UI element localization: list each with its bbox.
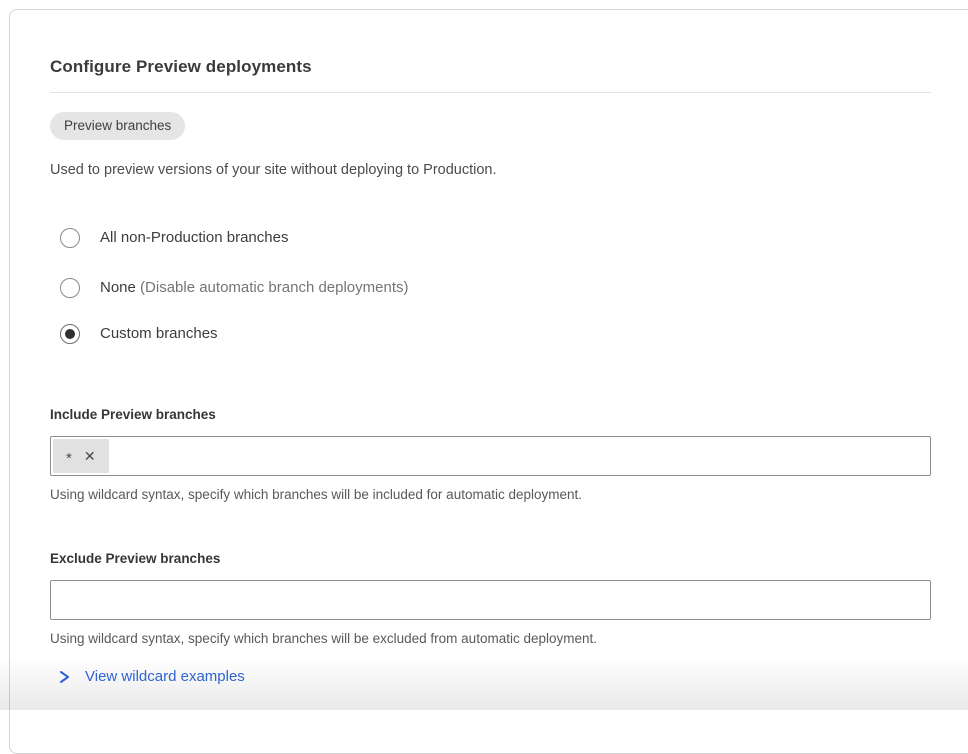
wildcard-tag-chip: * ✕: [53, 439, 109, 473]
divider: [50, 92, 931, 93]
exclude-help-text: Using wildcard syntax, specify which bra…: [50, 630, 931, 647]
section-description: Used to preview versions of your site wi…: [50, 161, 931, 179]
radio-label-note: (Disable automatic branch deployments): [140, 279, 408, 296]
remove-tag-button[interactable]: ✕: [84, 449, 96, 463]
include-branches-label: Include Preview branches: [50, 406, 931, 423]
tag-value: *: [66, 451, 72, 466]
chevron-right-icon: [57, 669, 71, 685]
preview-branches-badge: Preview branches: [50, 112, 185, 140]
include-branches-input[interactable]: * ✕: [50, 436, 931, 476]
radio-label[interactable]: None (Disable automatic branch deploymen…: [100, 278, 409, 298]
radio-button-icon[interactable]: [60, 278, 80, 298]
radio-button-selected-icon[interactable]: [60, 324, 80, 344]
preview-branch-radio-group: All non-Production branches None (Disabl…: [50, 228, 931, 344]
radio-label-main: None: [100, 279, 136, 296]
settings-card: Configure Preview deployments Preview br…: [9, 9, 968, 754]
radio-button-icon[interactable]: [60, 228, 80, 248]
radio-none[interactable]: None (Disable automatic branch deploymen…: [50, 278, 931, 298]
page-title: Configure Preview deployments: [50, 57, 931, 77]
include-help-text: Using wildcard syntax, specify which bra…: [50, 486, 931, 503]
radio-label[interactable]: All non-Production branches: [100, 228, 288, 248]
exclude-branches-input[interactable]: [50, 580, 931, 620]
card-content: Configure Preview deployments Preview br…: [10, 10, 931, 685]
exclude-branches-label: Exclude Preview branches: [50, 550, 931, 567]
link-label[interactable]: View wildcard examples: [85, 668, 245, 685]
radio-all-non-production-branches[interactable]: All non-Production branches: [50, 228, 931, 248]
view-wildcard-examples-link[interactable]: View wildcard examples: [50, 668, 931, 685]
radio-label[interactable]: Custom branches: [100, 324, 218, 344]
radio-custom-branches[interactable]: Custom branches: [50, 324, 931, 344]
